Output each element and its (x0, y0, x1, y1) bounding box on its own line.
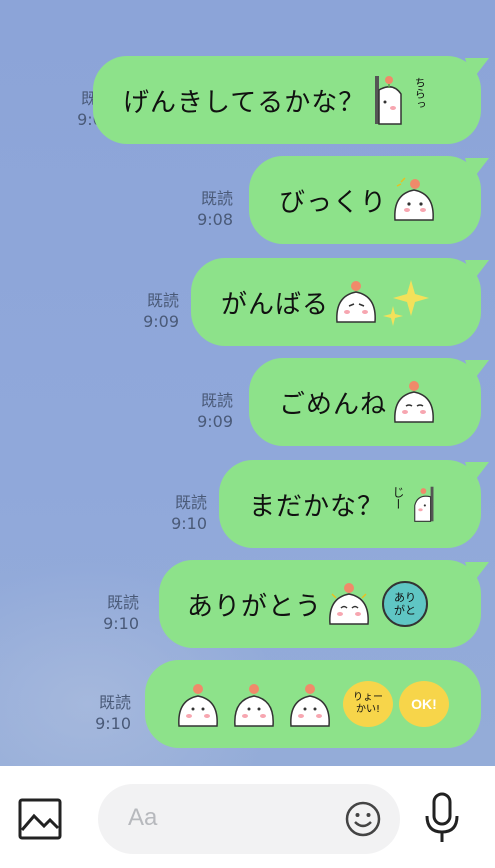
peek-caption: ちらっ (413, 76, 427, 110)
message-bubble[interactable]: ごめんね (249, 358, 481, 446)
read-receipt: 既読 (98, 693, 131, 712)
message-time: 9:09 (197, 412, 233, 431)
surprised-flower-emoji-icon (394, 177, 434, 221)
ok-badge: OK! (399, 681, 449, 727)
message-time: 9:09 (143, 312, 179, 331)
message-text: びっくり (279, 187, 388, 218)
waving-flower-emoji-icon (178, 684, 218, 727)
message-text: がんばる (221, 289, 330, 320)
message-text: げんきしてるかな？ (123, 87, 366, 118)
image-icon[interactable] (18, 798, 62, 840)
determined-flower-emoji-icon (336, 281, 376, 323)
message-bubble[interactable]: びっくり (249, 156, 481, 244)
message-meta: 既読 9:08 (191, 188, 233, 230)
read-receipt: 既読 (146, 291, 179, 310)
waving-flower-emoji-icon (234, 684, 274, 727)
thanks-flower-emoji-icon (329, 583, 369, 625)
read-receipt: 既読 (200, 189, 233, 208)
message-time: 9:10 (103, 614, 139, 633)
smile-icon[interactable] (344, 800, 382, 838)
message-meta: 既読 9:10 (89, 692, 131, 734)
message-bubble[interactable]: りょーかい! OK! (145, 660, 481, 748)
message-bubble[interactable]: がんばる (191, 258, 481, 346)
message-row: 既読 9:10 りょーかい! OK! (89, 660, 481, 748)
ok-badge-label: OK! (411, 696, 437, 712)
message-text: ごめんね (279, 389, 388, 420)
message-text: まだかな？ (249, 491, 385, 522)
message-meta: 既読 9:10 (97, 592, 139, 634)
roger-badge: りょーかい! (343, 681, 393, 727)
message-bubble[interactable]: ありがとう ありがと (159, 560, 481, 648)
message-time: 9:10 (95, 714, 131, 733)
read-receipt: 既読 (200, 391, 233, 410)
waiting-peek-emoji-icon (414, 486, 434, 522)
message-bubble[interactable]: げんきしてるかな？ ちらっ (93, 56, 481, 144)
message-meta: 既読 9:10 (165, 492, 207, 534)
message-bubble[interactable]: まだかな？ じー (219, 460, 481, 548)
peek-flower-emoji-icon (375, 76, 402, 125)
thanks-badge: ありがと (382, 581, 429, 627)
sparkles-icon (383, 280, 430, 326)
message-row: 既読 9:10 まだかな？ じー (165, 460, 489, 548)
message-row: 既読 9:10 ありがとう ありがと (97, 560, 489, 648)
read-receipt: 既読 (106, 593, 139, 612)
stare-caption: じー (391, 486, 406, 510)
mic-icon[interactable] (424, 792, 460, 844)
message-meta: 既読 9:09 (191, 390, 233, 432)
message-input-field[interactable]: Aa (98, 784, 400, 854)
thanks-badge-label: ありがと (394, 591, 417, 617)
message-row: 既読 9:09 ごめんね (191, 358, 489, 446)
message-meta: 既読 9:09 (135, 290, 179, 332)
message-time: 9:10 (171, 514, 207, 533)
sorry-flower-emoji-icon (394, 381, 434, 423)
roger-badge-label: りょーかい! (353, 692, 383, 715)
message-row: 既読 9:09 がんばる (135, 258, 489, 346)
message-text: ありがとう (187, 591, 323, 622)
waving-flower-emoji-icon (290, 684, 330, 727)
message-time: 9:08 (197, 210, 233, 229)
read-receipt: 既読 (174, 493, 207, 512)
input-placeholder: Aa (128, 804, 158, 831)
message-row: 既読 9:08 げんきしてるかな？ ちらっ (41, 56, 489, 144)
chat-area: 既読 9:08 げんきしてるかな？ ちらっ 既読 9:08 びっくり (0, 0, 495, 766)
message-row: 既読 9:08 びっくり (191, 156, 489, 244)
